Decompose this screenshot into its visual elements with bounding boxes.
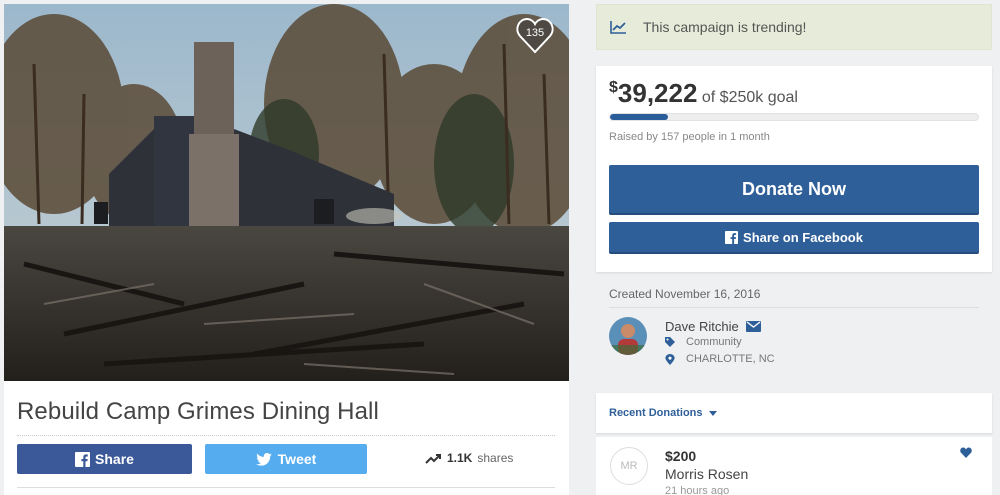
divider [609,307,979,308]
share-label: Share [95,451,134,467]
divider [17,435,555,436]
chart-line-icon [610,21,626,34]
created-date: Created November 16, 2016 [609,287,761,301]
heart-count: 135 [525,27,545,39]
caret-down-icon [708,410,717,416]
tag-icon [665,337,675,347]
facebook-share-label: Share on Facebook [743,229,863,245]
shares-count: 1.1K [447,451,473,465]
campaign-photo: 135 [4,4,569,381]
location-line: CHARLOTTE, NC [665,353,775,365]
donor-avatar: MR [610,447,648,485]
tweet-button[interactable]: Tweet [205,444,367,474]
progress-fill [610,114,668,120]
facebook-icon [725,230,739,244]
facebook-share-button[interactable]: Share [17,444,192,474]
share-count: 1.1K shares [425,451,513,465]
organizer-avatar[interactable] [609,317,647,355]
donor-name: Morris Rosen [665,466,749,482]
tweet-label: Tweet [277,451,317,467]
organizer-category[interactable]: Community [686,336,742,348]
trending-arrow-icon [425,453,441,464]
organizer-location: CHARLOTTE, NC [686,353,775,365]
recent-donations-header: Recent Donations [609,407,703,419]
donation-panel: $39,222 of $250k goal Raised by 157 peop… [596,66,992,272]
currency-symbol: $ [609,79,618,96]
campaign-card: 135 Rebuild Camp Grimes Dining Hall Shar… [4,4,569,495]
progress-bar [609,113,979,121]
organizer-name[interactable]: Dave Ritchie [665,319,739,334]
twitter-icon [255,452,272,466]
favorite-button[interactable]: 135 [515,16,555,56]
heart-icon[interactable] [960,447,972,458]
donation-time: 21 hours ago [665,485,730,495]
recent-donations-toggle[interactable]: Recent Donations [596,393,992,433]
category-line: Community [665,336,742,348]
amount-raised: $39,222 of $250k goal [609,78,798,109]
donate-now-button[interactable]: Donate Now [609,165,979,213]
shares-label: shares [477,451,514,465]
trending-banner: This campaign is trending! [596,4,992,50]
raised-amount: 39,222 [617,78,698,108]
raised-by-text: Raised by 157 people in 1 month [609,131,770,143]
share-on-facebook-button[interactable]: Share on Facebook [609,222,979,252]
envelope-icon[interactable] [745,321,761,332]
donation-amount: $200 [665,448,697,464]
trending-text: This campaign is trending! [643,19,807,35]
map-pin-icon [665,353,675,365]
goal-text: of $250k goal [701,89,798,106]
organizer-info: Dave Ritchie [665,319,761,334]
campaign-title: Rebuild Camp Grimes Dining Hall [17,398,379,425]
facebook-icon [75,451,91,467]
donation-item: MR $200 Morris Rosen 21 hours ago [596,437,992,495]
divider [17,487,555,488]
